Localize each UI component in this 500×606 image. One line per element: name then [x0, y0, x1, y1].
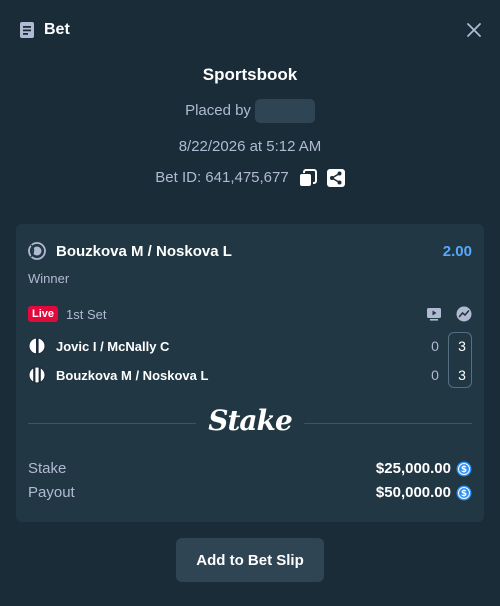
stake-label: Stake — [28, 460, 67, 477]
match-name[interactable]: Bouzkova M / Noskova L — [56, 243, 232, 260]
username-mask — [254, 99, 315, 123]
placed-by-label: Placed by — [185, 102, 251, 119]
bet-meta: Sportsbook Placed by 8/22/2026 at 5:12 A… — [0, 60, 500, 188]
team-games: 0 — [431, 338, 439, 354]
live-tools — [426, 306, 472, 322]
stake-logo: Stake — [196, 404, 304, 437]
period-label: 1st Set — [66, 306, 107, 322]
bet-card: Bouzkova M / Noskova L 2.00 Winner Live … — [16, 224, 484, 522]
live-badge: Live — [28, 306, 59, 322]
team-name: Bouzkova M / Noskova L — [56, 367, 209, 383]
stake-value: $25,000.00 — [375, 460, 451, 477]
team-row: Jovic I / McNally C 0 3 — [28, 336, 472, 356]
payout-value: $50,000.00 — [375, 484, 451, 501]
tennis-ball-icon — [28, 337, 46, 355]
usd-coin-icon: $ — [456, 485, 472, 501]
usd-coin-icon: $ — [456, 461, 472, 477]
svg-text:$: $ — [461, 489, 467, 499]
modal-header: Bet — [0, 0, 500, 60]
close-icon[interactable] — [464, 20, 484, 40]
share-icon[interactable] — [326, 169, 345, 187]
tennis-icon — [28, 242, 46, 260]
placed-by: Placed by — [0, 99, 500, 123]
bet-id-row: Bet ID: 641,475,677 — [0, 168, 500, 188]
stats-icon[interactable] — [456, 306, 472, 322]
bet-id: Bet ID: 641,475,677 — [155, 169, 289, 186]
team-sets: 3 — [458, 338, 466, 354]
payout-row: Payout $50,000.00 $ — [28, 484, 472, 501]
bet-date: 8/22/2026 at 5:12 AM — [178, 138, 322, 155]
stream-icon[interactable] — [426, 306, 442, 322]
team-games: 0 — [431, 367, 439, 383]
add-to-bet-slip-button[interactable]: Add to Bet Slip — [176, 538, 324, 582]
tennis-ball-icon — [28, 366, 46, 384]
payout-label: Payout — [28, 484, 75, 501]
team-row: Bouzkova M / Noskova L 0 3 — [28, 365, 472, 385]
svg-text:$: $ — [461, 465, 467, 475]
book-title: Sportsbook — [202, 65, 298, 84]
copy-icon[interactable] — [299, 169, 317, 187]
odds-value: 2.00 — [442, 242, 472, 260]
team-sets: 3 — [458, 367, 466, 383]
live-row: Live 1st Set — [28, 306, 472, 322]
stake-row: Stake $25,000.00 $ — [28, 460, 472, 477]
team-name: Jovic I / McNally C — [56, 338, 170, 354]
match-row: Bouzkova M / Noskova L 2.00 — [28, 242, 472, 260]
receipt-icon — [18, 21, 36, 39]
modal-title: Bet — [44, 21, 70, 38]
market-label: Winner — [28, 271, 70, 286]
